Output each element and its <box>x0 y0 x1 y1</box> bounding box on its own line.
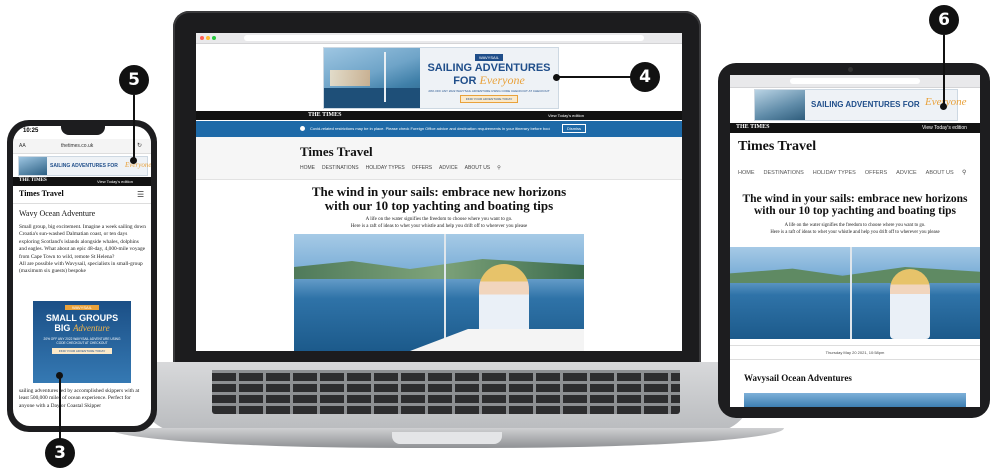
minimize-window-icon[interactable] <box>206 36 210 40</box>
callout-4-badge: 4 <box>630 62 660 92</box>
tablet-screen: SAILING ADVENTURES FOR Everyone THE TIME… <box>730 75 980 407</box>
phone-notch <box>61 126 105 135</box>
info-icon <box>300 126 305 131</box>
article-headline: The wind in your sails: embrace new hori… <box>311 184 567 213</box>
phone-url[interactable]: thetimes.co.uk <box>61 143 93 149</box>
todays-edition-link[interactable]: View Today's edition <box>548 113 584 118</box>
leaderboard-ad[interactable]: WAVYSAIL SAILING ADVENTURES FOR Everyone… <box>323 47 559 109</box>
nav-advice[interactable]: ADVICE <box>439 165 458 171</box>
site-header: Times Travel HOME DESTINATIONS HOLIDAY T… <box>196 137 682 180</box>
reload-icon[interactable]: ↻ <box>137 142 142 149</box>
phone-body-2: sailing adventures led by accomplished s… <box>19 388 140 409</box>
tablet-second-photo <box>744 393 966 407</box>
covid-notice: Covid-related restrictions may be in pla… <box>196 121 682 137</box>
phone-address-bar[interactable]: AA thetimes.co.uk ↻ <box>13 139 151 154</box>
phone-body-1: Small group, big excitement. Imagine a w… <box>19 224 146 275</box>
ad-brand: WAVYSAIL <box>474 53 503 61</box>
tablet-dateline: Thursday May 20 2021, 10:58pm <box>825 350 885 355</box>
status-time: 10:25 <box>23 128 39 134</box>
tablet-nav: HOME DESTINATIONS HOLIDAY TYPES OFFERS A… <box>738 170 954 176</box>
nav-offers[interactable]: OFFERS <box>412 165 432 171</box>
callout-5-badge: 5 <box>119 65 149 95</box>
phone-screen: 10:25 AA thetimes.co.uk ↻ SAILING ADVENT… <box>13 126 151 426</box>
phone-inline-ad[interactable]: WAVYSAIL SMALL GROUPS BIG Adventure 20% … <box>33 301 131 383</box>
section-title[interactable]: Times Travel <box>300 144 373 160</box>
browser-toolbar <box>196 33 682 44</box>
laptop-screen: WAVYSAIL SAILING ADVENTURES FOR Everyone… <box>196 33 682 351</box>
search-icon[interactable]: ⚲ <box>497 165 501 171</box>
tablet-camera <box>848 67 853 72</box>
masthead-bar: THE TIMES View Today's edition <box>196 111 682 120</box>
phone-banner-ad[interactable]: SAILING ADVENTURES FOR Everyone <box>18 156 151 176</box>
hero-photo <box>294 234 584 351</box>
address-bar[interactable] <box>244 35 644 41</box>
tablet-hero-photo <box>730 247 980 339</box>
maximize-window-icon[interactable] <box>212 36 216 40</box>
laptop-trackpad-notch <box>392 432 502 444</box>
ad-harbour-photo <box>324 48 420 108</box>
tablet-masthead-bar: THE TIMES View Today's edition <box>730 123 980 133</box>
callout-3-badge: 3 <box>45 438 75 468</box>
tablet-subhead: Wavysail Ocean Adventures <box>744 373 852 383</box>
section-nav: HOME DESTINATIONS HOLIDAY TYPES OFFERS A… <box>300 165 501 171</box>
nav-holiday-types[interactable]: HOLIDAY TYPES <box>366 165 405 171</box>
ad-cta-button[interactable]: FIND YOUR ADVENTURE TODAY <box>459 94 519 103</box>
article-standfirst: A life on the water signifies the freedo… <box>350 217 528 229</box>
masthead-logo[interactable]: THE TIMES <box>308 112 341 118</box>
close-window-icon[interactable] <box>200 36 204 40</box>
menu-icon[interactable]: ☰ <box>137 190 144 199</box>
callout-4-leader <box>556 76 632 78</box>
nav-about-us[interactable]: ABOUT US <box>465 165 490 171</box>
callout-5-leader <box>133 95 135 159</box>
font-size-control[interactable]: AA <box>19 143 26 149</box>
callout-3-leader <box>59 376 61 440</box>
tablet-section-title[interactable]: Times Travel <box>738 139 816 155</box>
tablet-search-icon[interactable]: ⚲ <box>962 169 966 176</box>
dismiss-button[interactable]: Dismiss <box>562 124 586 133</box>
ad-script-word: Everyone <box>479 72 525 87</box>
tablet-banner-ad[interactable]: SAILING ADVENTURES FOR Everyone <box>754 89 967 121</box>
phone-article-title: Wavy Ocean Adventure <box>19 209 96 218</box>
nav-destinations[interactable]: DESTINATIONS <box>322 165 359 171</box>
callout-6-badge: 6 <box>929 5 959 35</box>
phone-section-title[interactable]: Times Travel <box>19 189 64 198</box>
tablet-headline: The wind in your sails: embrace new hori… <box>742 193 968 217</box>
callout-6-leader <box>943 35 945 105</box>
tablet-standfirst: A life on the water signifies the freedo… <box>770 223 940 235</box>
phone-ad-cta[interactable]: FIND YOUR ADVENTURE TODAY <box>52 348 112 354</box>
nav-home[interactable]: HOME <box>300 165 315 171</box>
tablet-address-bar[interactable] <box>790 78 920 84</box>
phone-ad-photo <box>19 157 47 175</box>
phone-masthead-bar: THE TIMES View Today's edition <box>13 177 151 186</box>
